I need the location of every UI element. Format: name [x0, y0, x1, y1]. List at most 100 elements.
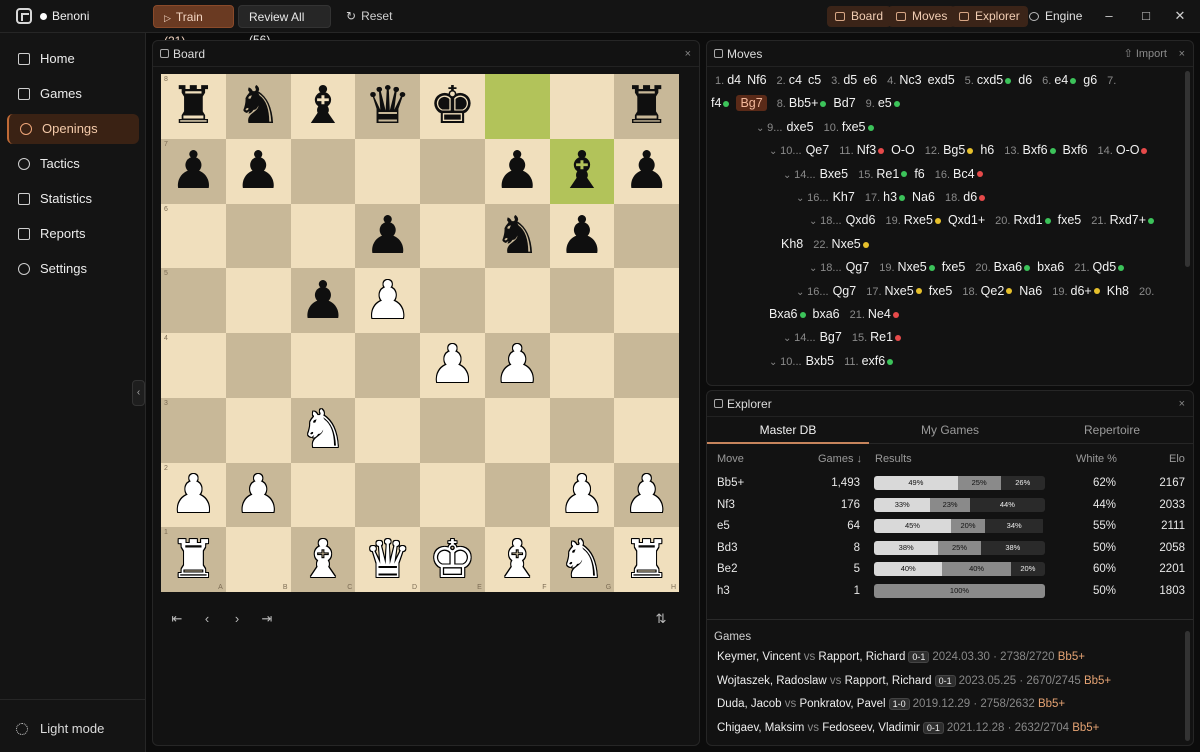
- square-h5[interactable]: [614, 268, 679, 333]
- chevron-down-icon[interactable]: ⌄: [783, 333, 794, 344]
- black-pawn-icon[interactable]: ♟: [235, 145, 282, 197]
- square-g3[interactable]: [549, 397, 615, 463]
- move[interactable]: Bg7: [736, 95, 767, 112]
- chess-board[interactable]: ♜ 8 ♞ ♝ ♛ ♚ ♜ ♟ 7 ♟ ♟ ♝ ♟ 6 ♟ ♞ ♟ 5 ♟ ♟ 4 ♟ ♟ 3 ♞ ♟ 2 ♟ ♟ ♟ ♜ 1 A B ♝ C ♛ D ♚ E…: [161, 74, 679, 592]
- sidebar-item-openings[interactable]: Openings: [7, 114, 139, 144]
- move[interactable]: d6+: [1071, 284, 1092, 298]
- move[interactable]: exf6: [862, 354, 886, 368]
- column-header-move[interactable]: Move: [717, 453, 744, 465]
- move[interactable]: f6: [914, 167, 924, 181]
- square-c8[interactable]: ♝: [290, 74, 356, 139]
- black-pawn-icon[interactable]: ♟: [170, 145, 217, 197]
- sidebar-item-statistics[interactable]: Statistics: [7, 184, 139, 214]
- tab-explorer[interactable]: Explorer: [951, 6, 1028, 27]
- square-h2[interactable]: ♟: [614, 462, 679, 528]
- square-e4[interactable]: ♟: [420, 333, 485, 398]
- white-rook-icon[interactable]: ♜: [170, 534, 217, 586]
- white-bishop-icon[interactable]: ♝: [300, 534, 347, 586]
- import-button[interactable]: ⇧ Import: [1124, 41, 1167, 67]
- game-row[interactable]: Chigaev, Maksim vs Fedoseev, Vladimir 0-1…: [717, 721, 1099, 734]
- games-scrollbar[interactable]: [1185, 631, 1190, 741]
- move[interactable]: Nc3: [899, 73, 921, 87]
- square-e6[interactable]: [420, 203, 485, 269]
- prev-move-icon[interactable]: ‹: [199, 611, 215, 626]
- sidebar-item-home[interactable]: Home: [7, 44, 139, 74]
- white-pawn-icon[interactable]: ♟: [429, 339, 476, 391]
- chevron-down-icon[interactable]: ⌄: [756, 123, 767, 134]
- black-knight-icon[interactable]: ♞: [235, 80, 282, 132]
- square-e1[interactable]: ♚ E: [420, 527, 485, 592]
- move[interactable]: O-O: [1116, 143, 1140, 157]
- square-g7[interactable]: ♝: [549, 138, 615, 204]
- square-h7[interactable]: ♟: [614, 138, 679, 204]
- close-icon[interactable]: ×: [1179, 391, 1185, 417]
- move[interactable]: g6: [1083, 73, 1097, 87]
- white-pawn-icon[interactable]: ♟: [235, 469, 282, 521]
- move[interactable]: Bg7: [820, 330, 842, 344]
- move[interactable]: bxa6: [1037, 260, 1064, 274]
- sidebar-item-reports[interactable]: Reports: [7, 219, 139, 249]
- move[interactable]: Na6: [1019, 284, 1042, 298]
- sidebar-item-tactics[interactable]: Tactics: [7, 149, 139, 179]
- game-row[interactable]: Wojtaszek, Radoslaw vs Rapport, Richard 0…: [717, 674, 1111, 687]
- square-d3[interactable]: [355, 397, 420, 463]
- square-h1[interactable]: ♜ H: [614, 527, 679, 592]
- square-b1[interactable]: B: [225, 527, 291, 592]
- square-d6[interactable]: ♟: [355, 203, 420, 269]
- move[interactable]: Bxe5: [820, 167, 849, 181]
- square-d8[interactable]: ♛: [355, 74, 420, 139]
- square-g4[interactable]: [549, 333, 615, 398]
- table-row[interactable]: Bb5+ 1,493 49% 25% 26% 62% 2167: [707, 473, 1195, 495]
- table-row[interactable]: Nf3 176 33% 23% 44% 44% 2033: [707, 495, 1195, 517]
- white-pawn-icon[interactable]: ♟: [364, 275, 411, 327]
- square-b7[interactable]: ♟: [225, 138, 291, 204]
- square-f8[interactable]: [484, 74, 550, 139]
- table-row[interactable]: h3 1 100% 50% 1803: [707, 581, 1195, 603]
- square-c3[interactable]: ♞: [290, 397, 356, 463]
- white-knight-icon[interactable]: ♞: [300, 404, 347, 456]
- black-pawn-icon[interactable]: ♟: [300, 275, 347, 327]
- move[interactable]: Na6: [912, 190, 935, 204]
- move[interactable]: Rxd7+: [1110, 213, 1146, 227]
- flip-board-icon[interactable]: ⇅: [653, 611, 669, 627]
- move[interactable]: Nxe5: [898, 260, 927, 274]
- move[interactable]: fxe5: [929, 284, 953, 298]
- close-icon[interactable]: ×: [1179, 41, 1185, 67]
- square-d4[interactable]: [355, 333, 420, 398]
- move[interactable]: e4: [1054, 73, 1068, 87]
- square-e8[interactable]: ♚: [420, 74, 485, 139]
- close-icon[interactable]: ×: [685, 41, 691, 67]
- move[interactable]: Bd7: [833, 96, 855, 110]
- tab-moves[interactable]: Moves: [888, 6, 956, 27]
- move[interactable]: Bxb5: [806, 354, 835, 368]
- square-h4[interactable]: [614, 333, 679, 398]
- sidebar-item-games[interactable]: Games: [7, 79, 139, 109]
- chevron-down-icon[interactable]: ⌄: [809, 216, 820, 227]
- square-f6[interactable]: ♞: [484, 203, 550, 269]
- white-king-icon[interactable]: ♚: [429, 534, 476, 586]
- square-d2[interactable]: [355, 462, 420, 528]
- move[interactable]: e6: [863, 73, 877, 87]
- square-a7[interactable]: ♟ 7: [161, 138, 226, 204]
- chevron-down-icon[interactable]: ⌄: [769, 357, 780, 368]
- game-row[interactable]: Duda, Jacob vs Ponkratov, Pavel 1-0 2019.1…: [717, 698, 1065, 710]
- move[interactable]: Ne4: [868, 307, 891, 321]
- black-queen-icon[interactable]: ♛: [364, 80, 411, 132]
- white-rook-icon[interactable]: ♜: [623, 534, 670, 586]
- black-bishop-icon[interactable]: ♝: [300, 80, 347, 132]
- square-a1[interactable]: ♜ 1 A: [161, 527, 226, 592]
- tab-board[interactable]: Board: [827, 6, 892, 27]
- chevron-down-icon[interactable]: ⌄: [783, 170, 794, 181]
- square-f1[interactable]: ♝ F: [484, 527, 550, 592]
- square-c2[interactable]: [290, 462, 356, 528]
- move[interactable]: d6: [1018, 73, 1032, 87]
- chevron-down-icon[interactable]: ⌄: [769, 146, 780, 157]
- move[interactable]: Bxa6: [769, 307, 798, 321]
- move[interactable]: Re1: [876, 167, 899, 181]
- square-d5[interactable]: ♟: [355, 268, 420, 333]
- move[interactable]: O-O: [891, 143, 915, 157]
- square-c5[interactable]: ♟: [290, 268, 356, 333]
- next-move-icon[interactable]: ›: [229, 611, 245, 626]
- tab-repertoire[interactable]: Repertoire: [1031, 417, 1193, 444]
- square-a3[interactable]: 3: [161, 397, 226, 463]
